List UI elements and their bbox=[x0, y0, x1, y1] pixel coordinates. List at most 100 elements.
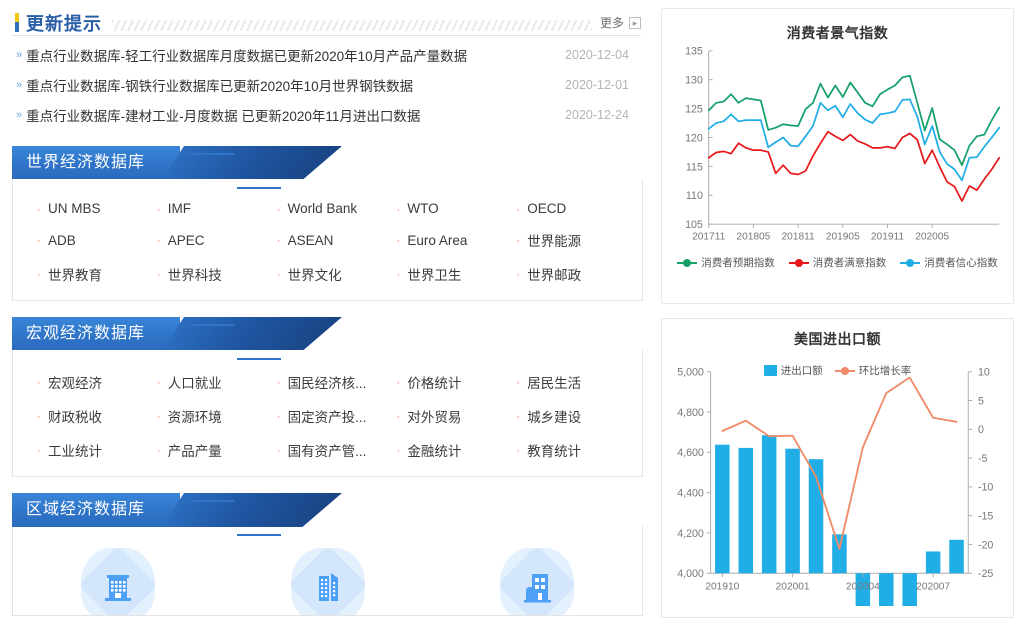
ribbon-dash-lower bbox=[237, 187, 281, 189]
svg-text:201805: 201805 bbox=[736, 232, 770, 243]
db-link[interactable]: · Euro Area bbox=[396, 230, 516, 250]
db-link[interactable]: · UN MBS bbox=[37, 201, 157, 216]
db-link[interactable]: ·世界文化 bbox=[277, 264, 397, 284]
db-link[interactable]: ·城乡建设 bbox=[516, 406, 636, 426]
legend-line-icon bbox=[835, 370, 855, 372]
db-link-label: 产品产量 bbox=[168, 440, 222, 460]
db-link[interactable]: · 世界科技 bbox=[157, 264, 277, 284]
section-ribbon: 区域经济数据库 bbox=[12, 493, 342, 527]
db-link[interactable]: · APEC bbox=[157, 230, 277, 250]
db-link-label: 人口就业 bbox=[168, 372, 222, 392]
svg-text:105: 105 bbox=[685, 219, 703, 231]
bullet-dot-icon: · bbox=[516, 268, 520, 280]
dashboard-page: 更新提示 更多 ▸ » 重点行业数据库-轻工行业数据库月度数据已更新2020年1… bbox=[0, 0, 1024, 624]
region-cell[interactable] bbox=[13, 548, 223, 616]
legend-item[interactable]: 消费者信心指数 bbox=[900, 255, 998, 270]
db-link[interactable]: ·财政税收 bbox=[37, 406, 157, 426]
db-link[interactable]: ·世界能源 bbox=[516, 230, 636, 250]
bullet-dot-icon: · bbox=[157, 268, 161, 280]
svg-text:135: 135 bbox=[685, 46, 703, 58]
chevron-right-icon: » bbox=[16, 49, 22, 61]
legend-item[interactable]: 消费者满意指数 bbox=[789, 255, 887, 270]
db-link[interactable]: ·IMF bbox=[157, 201, 277, 216]
legend-item[interactable]: 消费者预期指数 bbox=[677, 255, 775, 270]
government-building-icon[interactable] bbox=[81, 548, 155, 616]
db-link[interactable]: ·世界卫生 bbox=[396, 264, 516, 284]
bullet-dot-icon: · bbox=[277, 268, 281, 280]
legend-item[interactable]: 进出口额 bbox=[764, 363, 823, 378]
title-accent-bar bbox=[15, 13, 19, 32]
db-link[interactable]: ·居民生活 bbox=[516, 372, 636, 392]
db-link[interactable]: ·WTO bbox=[396, 201, 516, 216]
db-link[interactable]: ·工业统计 bbox=[37, 440, 157, 460]
db-link-label: WTO bbox=[407, 201, 438, 216]
db-link[interactable]: ·人口就业 bbox=[157, 372, 277, 392]
list-item[interactable]: » 重点行业数据库-建材工业-月度数据 已更新2020年11月进出口数据 202… bbox=[12, 100, 643, 130]
svg-text:-5: -5 bbox=[978, 453, 988, 465]
svg-text:-25: -25 bbox=[978, 568, 993, 580]
section-regional-economy: 区域经济数据库 bbox=[12, 493, 643, 616]
db-link[interactable]: ·国民经济核... bbox=[277, 372, 397, 392]
section-body: ·UN MBS ·IMF ·World Bank ·WTO ·OECD ·ADB… bbox=[12, 179, 643, 301]
svg-text:125: 125 bbox=[685, 103, 703, 115]
db-link-label: 固定资产投... bbox=[288, 406, 367, 426]
db-link[interactable]: ·对外贸易 bbox=[396, 406, 516, 426]
more-link[interactable]: 更多 ▸ bbox=[600, 14, 641, 31]
db-link[interactable]: ·ASEAN bbox=[277, 230, 397, 250]
db-link-label: 对外贸易 bbox=[407, 406, 461, 426]
db-link[interactable]: · 世界邮政 bbox=[516, 264, 636, 284]
db-link-label: Euro Area bbox=[407, 233, 467, 248]
icon-glyph bbox=[291, 548, 365, 616]
db-link[interactable]: ·资源环境 bbox=[157, 406, 277, 426]
bullet-dot-icon: · bbox=[396, 234, 400, 246]
news-item-text: 重点行业数据库-钢铁行业数据库已更新2020年10月世界钢铁数据 bbox=[26, 75, 413, 95]
db-link[interactable]: ·国有资产管... bbox=[277, 440, 397, 460]
db-link-label: ADB bbox=[48, 233, 76, 248]
legend-label: 消费者信心指数 bbox=[924, 255, 998, 270]
bullet-dot-icon: · bbox=[37, 203, 41, 215]
db-link[interactable]: ·金融统计 bbox=[396, 440, 516, 460]
db-link[interactable]: ·世界教育 bbox=[37, 264, 157, 284]
ribbon-skew bbox=[162, 146, 342, 180]
news-item-date: 2020-12-24 bbox=[565, 108, 643, 122]
db-link-label: OECD bbox=[527, 201, 566, 216]
db-link[interactable]: ·宏观经济 bbox=[37, 372, 157, 392]
svg-text:4,400: 4,400 bbox=[677, 487, 704, 499]
db-link-label: APEC bbox=[168, 233, 205, 248]
city-building-icon[interactable] bbox=[500, 548, 574, 616]
list-item[interactable]: » 重点行业数据库-轻工行业数据库月度数据已更新2020年10月产品产量数据 2… bbox=[12, 40, 643, 70]
db-link-label: UN MBS bbox=[48, 201, 101, 216]
chart-canvas: 4,0004,2004,4004,6004,8005,000-25-20-15-… bbox=[668, 364, 1007, 606]
ribbon-dash-upper bbox=[190, 153, 234, 155]
db-link-label: 财政税收 bbox=[48, 406, 102, 426]
db-link-label: 教育统计 bbox=[527, 440, 581, 460]
update-notice-list: » 重点行业数据库-轻工行业数据库月度数据已更新2020年10月产品产量数据 2… bbox=[12, 40, 643, 130]
db-link-label: 宏观经济 bbox=[48, 372, 102, 392]
region-cell[interactable] bbox=[432, 548, 642, 616]
db-link[interactable]: ·OECD bbox=[516, 201, 636, 216]
db-link[interactable]: ·ADB bbox=[37, 230, 157, 250]
db-link[interactable]: ·固定资产投... bbox=[277, 406, 397, 426]
svg-text:-15: -15 bbox=[978, 511, 993, 523]
svg-text:202004: 202004 bbox=[846, 582, 880, 593]
bullet-dot-icon: · bbox=[396, 444, 400, 456]
db-link-label: 世界邮政 bbox=[527, 264, 581, 284]
db-link-label: 世界科技 bbox=[168, 264, 222, 284]
icon-glyph bbox=[81, 548, 155, 616]
svg-text:120: 120 bbox=[685, 132, 703, 144]
db-link[interactable]: ·价格统计 bbox=[396, 372, 516, 392]
update-notice-header: 更新提示 更多 ▸ bbox=[12, 6, 641, 36]
db-link[interactable]: ·World Bank bbox=[277, 201, 397, 216]
chevron-right-icon: » bbox=[16, 109, 22, 121]
db-link[interactable]: ·教育统计 bbox=[516, 440, 636, 460]
bullet-dot-icon: · bbox=[157, 444, 161, 456]
list-item[interactable]: » 重点行业数据库-钢铁行业数据库已更新2020年10月世界钢铁数据 2020-… bbox=[12, 70, 643, 100]
legend-line-icon bbox=[900, 262, 920, 264]
bullet-dot-icon: · bbox=[157, 234, 161, 246]
db-link[interactable]: · 产品产量 bbox=[157, 440, 277, 460]
db-link-label: 资源环境 bbox=[168, 406, 222, 426]
legend-item[interactable]: 环比增长率 bbox=[835, 363, 912, 378]
region-cell[interactable] bbox=[223, 548, 433, 616]
more-label: 更多 bbox=[600, 14, 624, 31]
office-towers-icon[interactable] bbox=[291, 548, 365, 616]
